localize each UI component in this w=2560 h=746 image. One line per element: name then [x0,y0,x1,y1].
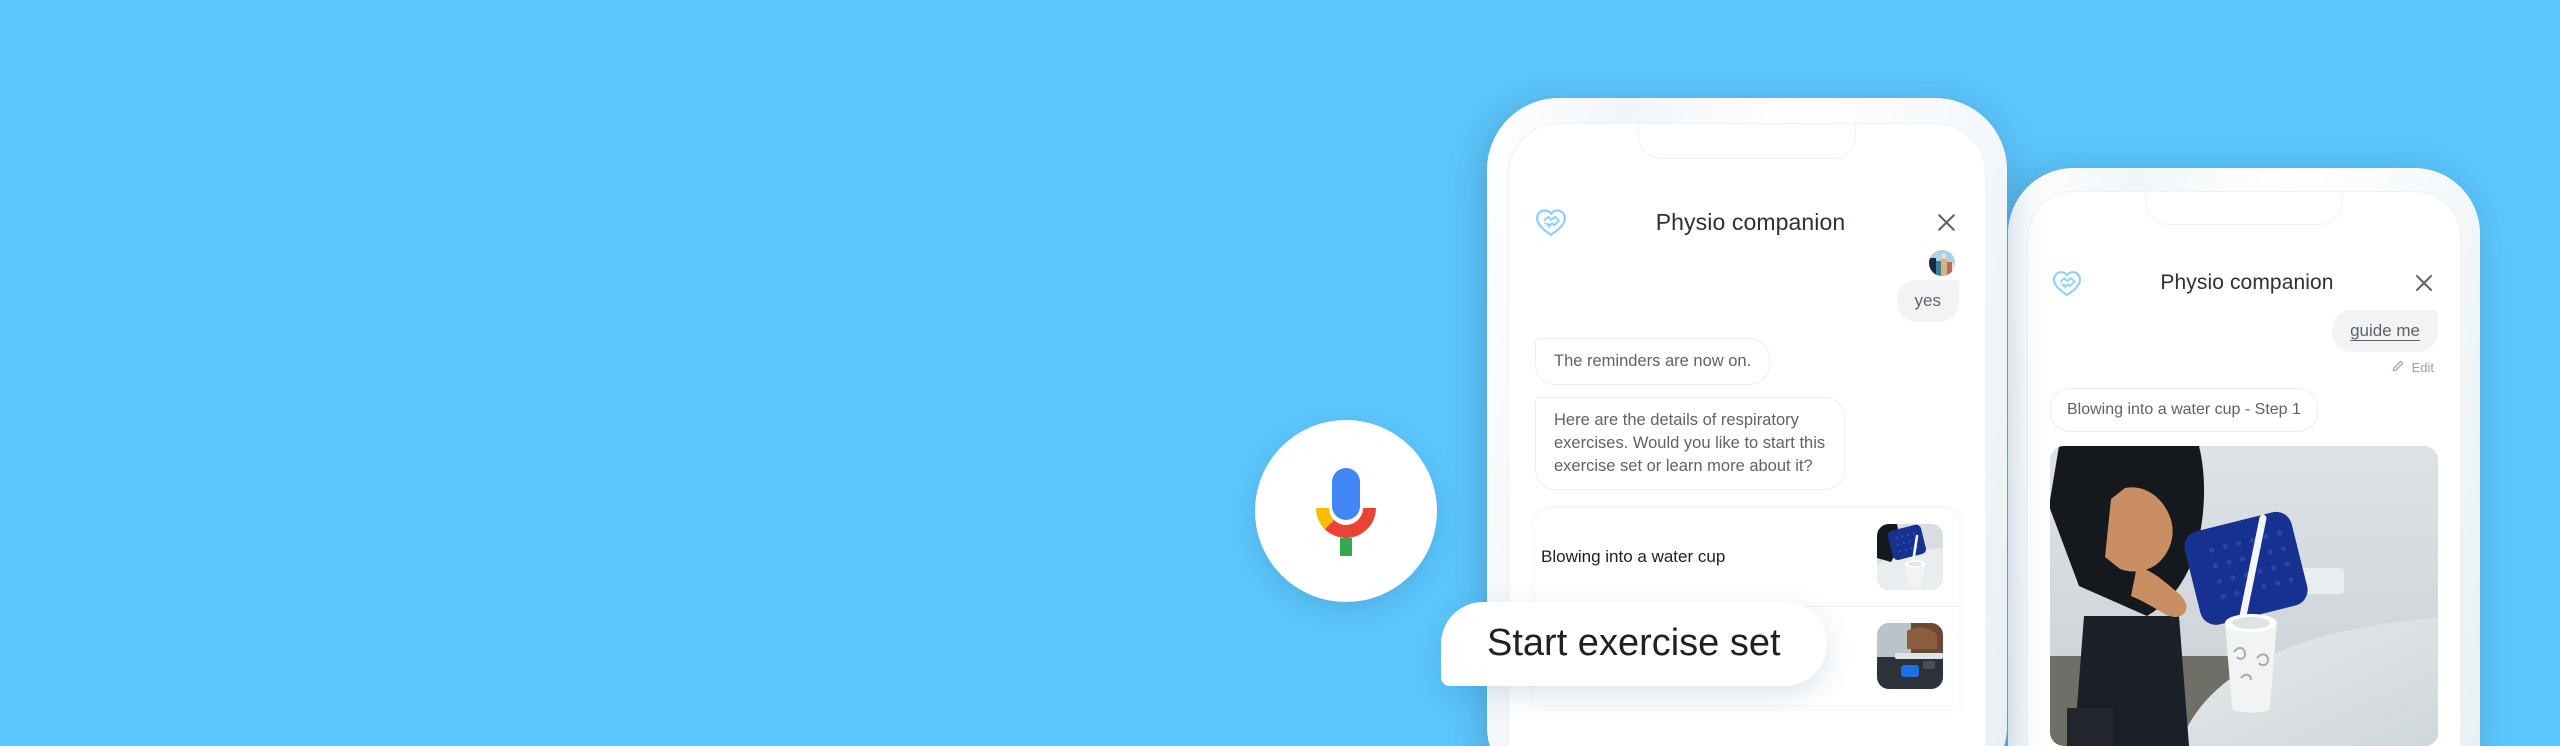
message-row-step: Blowing into a water cup - Step 1 [2050,387,2438,433]
message-row-user: yes [1535,280,1959,322]
message-row-bot-1: The reminders are now on. [1535,337,1959,385]
close-icon[interactable] [2412,271,2436,295]
hero-banner: Physio companion guide me Edit Blowing i… [0,0,2560,746]
bot-message-bubble: Here are the details of respiratory exer… [1535,396,1845,491]
app-title-back: Physio companion [2160,271,2334,294]
message-row-bot-2: Here are the details of respiratory exer… [1535,396,1959,491]
message-row-user: guide me [2050,310,2438,352]
pencil-icon [2391,359,2405,376]
avatar [1929,250,1955,276]
user-message-text: guide me [2350,321,2420,340]
phone-notch [1639,124,1855,158]
callout-start-exercise-set[interactable]: Start exercise set [1441,602,1827,686]
handshake-heart-icon [1535,208,1567,237]
google-assistant-microphone-icon [1316,468,1376,556]
water-cup-exercise-thumbnail [1877,524,1943,591]
app-header-back: Physio companion [2028,264,2460,302]
edit-label: Edit [2411,359,2434,375]
bot-message-bubble: The reminders are now on. [1535,337,1771,385]
phone-notch [2146,192,2342,224]
handshake-heart-icon [2052,270,2082,297]
phone-mockup-back: Physio companion guide me Edit Blowing i… [2008,168,2480,746]
user-message-bubble: yes [1896,280,1959,322]
user-message-bubble: guide me [2332,310,2438,352]
exercise-title: Blowing into a water cup [1541,546,1726,566]
blowing-into-water-cup-step-image [2050,446,2438,746]
avatar-row [1535,250,1959,276]
close-icon[interactable] [1934,210,1959,235]
app-header-front: Physio companion [1509,202,1985,242]
edit-action[interactable]: Edit [2050,359,2438,376]
list-item[interactable]: Blowing into a water cup [1535,508,1959,606]
google-assistant-microphone-badge[interactable] [1255,420,1437,602]
phone-screen-back: Physio companion guide me Edit Blowing i… [2028,192,2460,746]
step-title-bubble: Blowing into a water cup - Step 1 [2050,387,2318,433]
app-title-front: Physio companion [1655,208,1846,235]
chat-thread-back: guide me Edit Blowing into a water cup -… [2028,310,2460,746]
picking-objects-exercise-thumbnail [1877,623,1943,690]
